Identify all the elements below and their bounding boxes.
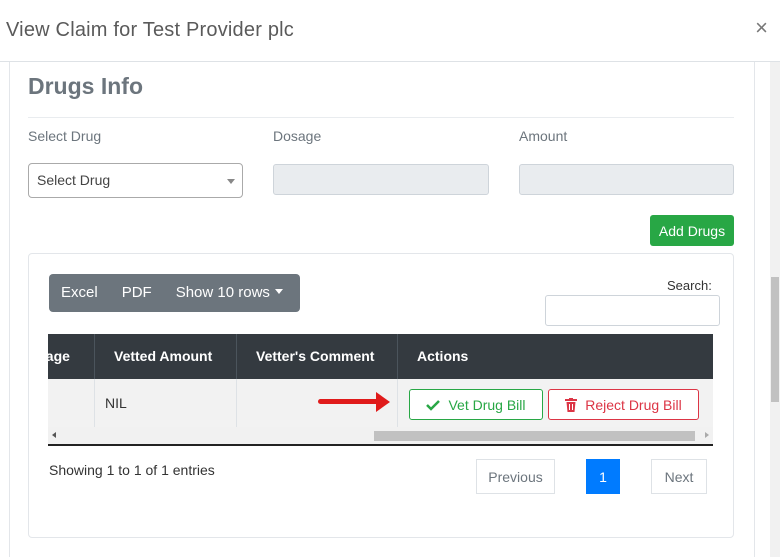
scroll-left-icon[interactable] xyxy=(52,432,56,438)
header-actions: Actions xyxy=(417,348,469,364)
dosage-label: Dosage xyxy=(273,128,322,144)
section-title: Drugs Info xyxy=(28,73,143,99)
dosage-input[interactable] xyxy=(273,164,489,195)
horizontal-scrollbar[interactable] xyxy=(48,427,713,444)
vet-drug-bill-label: Vet Drug Bill xyxy=(448,396,526,413)
previous-button[interactable]: Previous xyxy=(476,459,555,494)
vet-drug-bill-button[interactable]: Vet Drug Bill xyxy=(409,389,543,420)
reject-drug-bill-button[interactable]: Reject Drug Bill xyxy=(548,389,699,420)
header-dosage: sage xyxy=(48,334,95,379)
search-input[interactable] xyxy=(545,295,720,326)
scroll-right-icon[interactable] xyxy=(705,432,709,438)
divider xyxy=(28,117,734,118)
add-drugs-button[interactable]: Add Drugs xyxy=(650,215,734,246)
close-icon[interactable]: × xyxy=(755,17,768,39)
next-button[interactable]: Next xyxy=(651,459,707,494)
pdf-button[interactable]: PDF xyxy=(110,274,164,312)
annotation-arrow-head xyxy=(376,392,390,412)
modal-header: View Claim for Test Provider plc × xyxy=(0,0,780,62)
select-drug-label: Select Drug xyxy=(28,128,102,144)
trash-icon xyxy=(565,397,578,412)
show-rows-label: Show 10 rows xyxy=(175,284,270,301)
modal-title: View Claim for Test Provider plc xyxy=(6,19,294,41)
vertical-scrollbar[interactable] xyxy=(770,62,780,557)
cell-vetted-amount: NIL xyxy=(95,379,237,427)
search-label: Search: xyxy=(667,278,712,293)
drugs-info-card: Drugs Info Select Drug Dosage Amount Sel… xyxy=(9,62,755,557)
header-vetted-amount: Vetted Amount xyxy=(95,334,237,379)
amount-input[interactable] xyxy=(519,164,734,195)
cell-dosage xyxy=(48,379,95,427)
chevron-down-icon xyxy=(227,179,235,184)
drugs-table: sage Vetted Amount Vetter's Comment Acti… xyxy=(48,334,713,446)
caret-down-icon xyxy=(274,289,283,295)
show-rows-button[interactable]: Show 10 rows xyxy=(164,274,295,312)
reject-drug-bill-label: Reject Drug Bill xyxy=(585,396,682,413)
amount-label: Amount xyxy=(519,128,568,144)
page-1-button[interactable]: 1 xyxy=(586,459,620,494)
modal-body: Drugs Info Select Drug Dosage Amount Sel… xyxy=(0,62,770,557)
check-icon xyxy=(426,399,441,411)
annotation-arrow xyxy=(318,399,380,404)
excel-button[interactable]: Excel xyxy=(49,274,110,312)
scrollbar-thumb[interactable] xyxy=(374,431,695,441)
header-vetters-comment: Vetter's Comment xyxy=(237,334,398,379)
select-drug-dropdown[interactable]: Select Drug xyxy=(28,163,243,198)
export-button-group: Excel PDF Show 10 rows xyxy=(49,274,300,312)
select-drug-value: Select Drug xyxy=(37,172,111,188)
view-claim-modal: View Claim for Test Provider plc × Drugs… xyxy=(0,0,780,557)
table-info: Showing 1 to 1 of 1 entries xyxy=(49,462,215,478)
table-header: sage Vetted Amount Vetter's Comment Acti… xyxy=(48,334,713,379)
vertical-scrollbar-thumb[interactable] xyxy=(771,277,779,402)
